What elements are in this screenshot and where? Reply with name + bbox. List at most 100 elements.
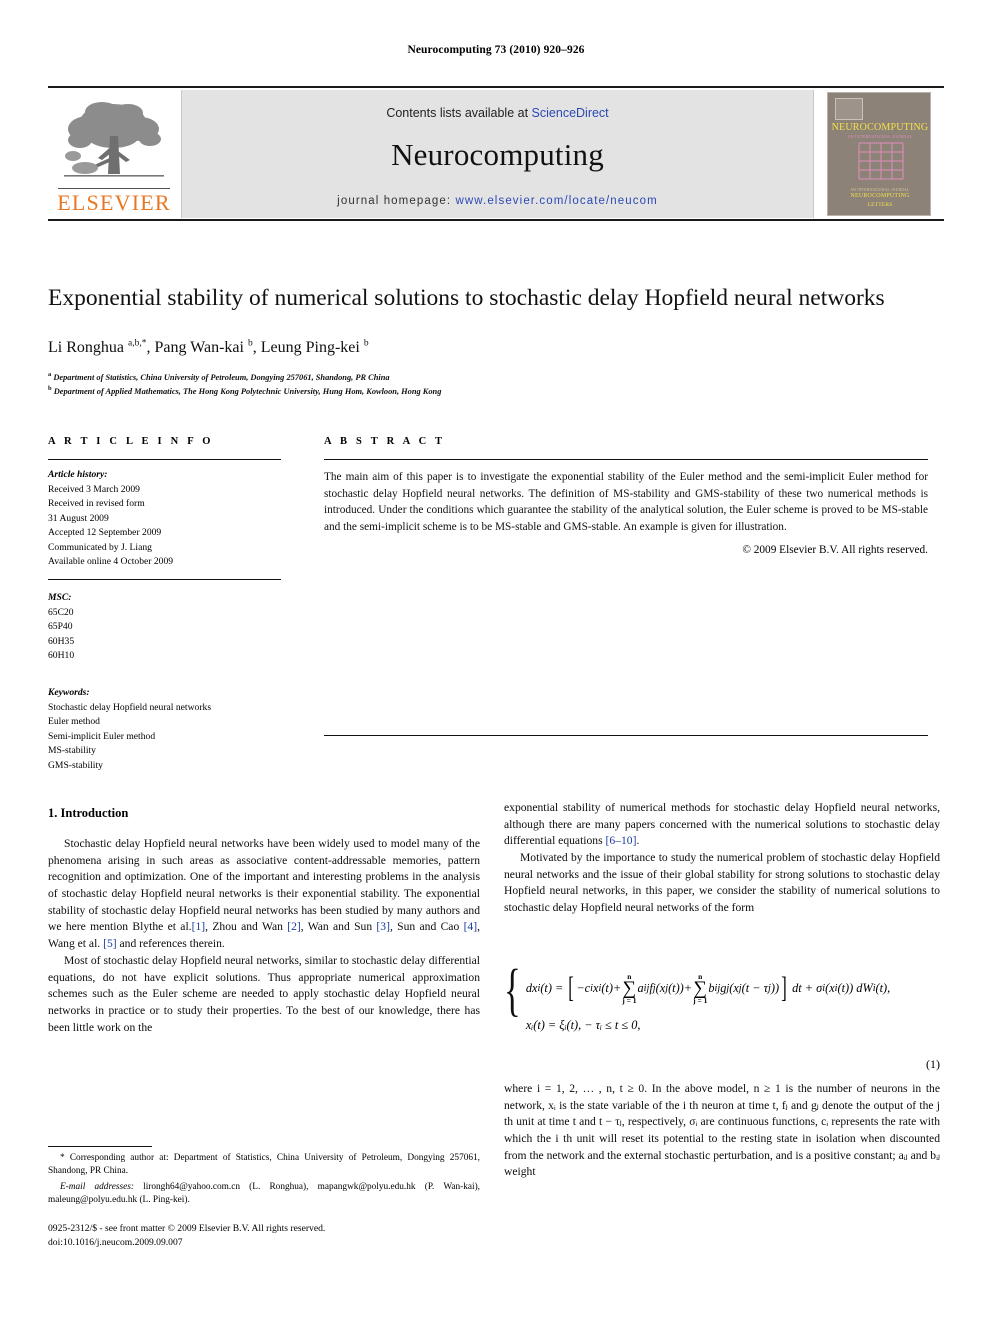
article-info-heading: A R T I C L E I N F O	[48, 436, 214, 447]
cover-footer-small: AN INTERNATIONAL JOURNAL	[850, 188, 910, 192]
affiliation-b-text: Department of Applied Mathematics, The H…	[53, 386, 442, 396]
section-heading-introduction: 1. Introduction	[48, 806, 129, 820]
affiliation-mark-a: a	[48, 371, 52, 378]
history-item: 31 August 2009	[48, 512, 109, 524]
history-item: Received 3 March 2009	[48, 483, 140, 495]
intro-p1-seg4: , Sun and Cao	[389, 920, 464, 934]
contents-prefix: Contents lists available at	[386, 106, 529, 120]
paper-title: Exponential stability of numerical solut…	[48, 284, 885, 311]
affiliations: a Department of Statistics, China Univer…	[48, 370, 928, 398]
equation-brace: {	[504, 957, 521, 1022]
author-names: Li Ronghua a,b,*, Pang Wan-kai b, Leung …	[48, 339, 369, 357]
author-list: Li Ronghua a,b,*, Pang Wan-kai b, Leung …	[48, 338, 928, 359]
intro-paragraph-4: Motivated by the importance to study the…	[504, 851, 940, 915]
sum1-lower: j = 1	[622, 996, 637, 1006]
keywords-block: Keywords: Stochastic delay Hopfield neur…	[48, 686, 281, 773]
email-note: E-mail addresses: lirongh64@yahoo.com.cn…	[48, 1181, 480, 1208]
equation-line-1: dx i (t) = [ −c i x i (t)+ n ∑ j = 1 a ij f j (x j(…	[525, 971, 891, 1006]
equation-lines: dx i (t) = [ −c i x i (t)+ n ∑ j = 1 a ij f j (x j(…	[526, 965, 890, 1033]
article-info-rule-2	[48, 579, 281, 581]
masthead-top-rule	[48, 86, 944, 88]
keyword-item: Stochastic delay Hopfield neural network…	[48, 701, 212, 713]
history-item: Received in revised form	[48, 498, 145, 510]
right-p1-text: exponential stability of numerical metho…	[504, 801, 940, 848]
cover-title: NEUROCOMPUTING	[831, 122, 929, 133]
intro-paragraph-5: where i = 1, 2, … , n, t ≥ 0. In the abo…	[504, 1082, 940, 1179]
cover-publisher-mark	[835, 98, 863, 120]
msc-label: MSC:	[48, 592, 72, 604]
abstract-heading: A B S T R A C T	[324, 436, 446, 447]
cover-footer-line1: NEUROCOMPUTING	[850, 193, 910, 199]
bracket-open: [	[568, 971, 575, 1004]
citation-ref-3[interactable]: [3]	[376, 920, 390, 933]
bracket-close: ]	[781, 971, 787, 1004]
cover-subtitle: AN INTERNATIONAL JOURNAL	[847, 134, 913, 139]
article-info-column: A R T I C L E I N F O Article history: R…	[48, 436, 281, 773]
affiliation-a-text: Department of Statistics, China Universi…	[53, 372, 390, 382]
citation-ref-1[interactable]: [1]	[192, 920, 206, 933]
affiliation-b: b Department of Applied Mathematics, The…	[48, 384, 928, 398]
cover-footer-line2: LETTERS	[867, 202, 893, 208]
footnote-rule	[48, 1146, 152, 1147]
keyword-item: GMS-stability	[48, 759, 103, 771]
doi-line[interactable]: doi:10.1016/j.neucom.2009.09.007	[48, 1236, 480, 1250]
citation-ref-2[interactable]: [2]	[287, 920, 301, 933]
body-column-right-cont: where i = 1, 2, … , n, t ≥ 0. In the abo…	[504, 1081, 940, 1181]
intro-paragraph-2: Most of stochastic delay Hopfield neural…	[48, 953, 480, 1034]
right-p1-end: .	[636, 834, 640, 848]
intro-p1-seg3: , Wan and Sun	[300, 920, 377, 934]
msc-code: 60H10	[48, 650, 75, 662]
email-label: E-mail addresses:	[60, 1181, 134, 1192]
paper-page: Neurocomputing 73 (2010) 920–926 ELSEVIE…	[0, 0, 992, 1323]
footnote-block: * Corresponding author at: Department of…	[48, 1152, 480, 1208]
intro-paragraph-3: exponential stability of numerical metho…	[504, 800, 940, 850]
sciencedirect-link[interactable]: ScienceDirect	[532, 106, 609, 120]
article-history-label: Article history:	[48, 469, 108, 480]
equation-system: { dx i (t) = [ −c i x i (t)+ n ∑ j = 1 a ij f j (x…	[504, 957, 940, 1033]
masthead-bottom-rule	[48, 219, 944, 221]
affiliation-mark-b: b	[48, 384, 52, 392]
intro-paragraph-1: Stochastic delay Hopfield neural network…	[48, 836, 480, 953]
msc-code: 65C20	[48, 606, 74, 618]
imprint-block: 0925-2312/$ - see front matter © 2009 El…	[48, 1222, 480, 1250]
history-item: Accepted 12 September 2009	[48, 527, 162, 539]
abstract-rule	[324, 459, 928, 460]
journal-homepage-line: journal homepage: www.elsevier.com/locat…	[337, 195, 658, 207]
cover-grid-graphic	[858, 142, 904, 180]
abstract-text: The main aim of this paper is to investi…	[324, 471, 928, 533]
body-column-left: 1. Introduction Stochastic delay Hopfiel…	[48, 806, 480, 1036]
corresponding-author-note: * Corresponding author at: Department of…	[48, 1153, 480, 1177]
running-head: Neurocomputing 73 (2010) 920–926	[407, 44, 585, 56]
keyword-item: MS-stability	[48, 745, 96, 757]
article-history-block: Article history: Received 3 March 2009 R…	[48, 468, 281, 570]
equation-1: { dx i (t) = [ −c i x i (t)+ n ∑ j = 1 a ij f j (x…	[504, 957, 940, 1072]
abstract-copyright: © 2009 Elsevier B.V. All rights reserved…	[742, 544, 928, 557]
history-item: Communicated by J. Liang	[48, 541, 152, 553]
citation-ref-5[interactable]: [5]	[103, 937, 117, 950]
cover-image: NEUROCOMPUTING AN INTERNATIONAL JOURNAL	[827, 92, 931, 216]
intro-p1-seg6: and references therein.	[116, 937, 225, 951]
journal-title: Neurocomputing	[391, 137, 604, 172]
masthead-center: Contents lists available at ScienceDirec…	[181, 90, 814, 218]
keywords-label: Keywords:	[48, 686, 90, 698]
equation-line-2: xᵢ(t) = ξᵢ(t), − τᵢ ≤ t ≤ 0,	[525, 1018, 641, 1032]
msc-code: 60H35	[48, 635, 75, 647]
citation-ref-4[interactable]: [4]	[464, 920, 478, 933]
citation-ref-6-10[interactable]: [6–10]	[606, 834, 637, 847]
abstract-column: A B S T R A C T The main aim of this pap…	[324, 436, 928, 556]
logo-divider	[58, 187, 170, 189]
sum2-lower: j = 1	[693, 996, 708, 1006]
masthead: ELSEVIER Contents lists available at Sci…	[48, 90, 944, 218]
body-column-right: exponential stability of numerical metho…	[504, 800, 940, 917]
intro-p1-text: Stochastic delay Hopfield neural network…	[48, 837, 480, 934]
affiliation-a: a Department of Statistics, China Univer…	[48, 370, 928, 384]
summation-2: n ∑ j = 1	[693, 972, 708, 1006]
homepage-url-link[interactable]: www.elsevier.com/locate/neucom	[455, 195, 657, 207]
msc-code: 65P40	[48, 621, 73, 633]
contents-available-line: Contents lists available at ScienceDirec…	[386, 106, 608, 120]
elsevier-tree-icon	[58, 96, 170, 188]
intro-p1-seg2: , Zhou and Wan	[205, 920, 288, 934]
summation-1: n ∑ j = 1	[622, 972, 637, 1006]
keyword-item: Semi-implicit Euler method	[48, 730, 156, 742]
equation-number: (1)	[926, 1057, 940, 1071]
